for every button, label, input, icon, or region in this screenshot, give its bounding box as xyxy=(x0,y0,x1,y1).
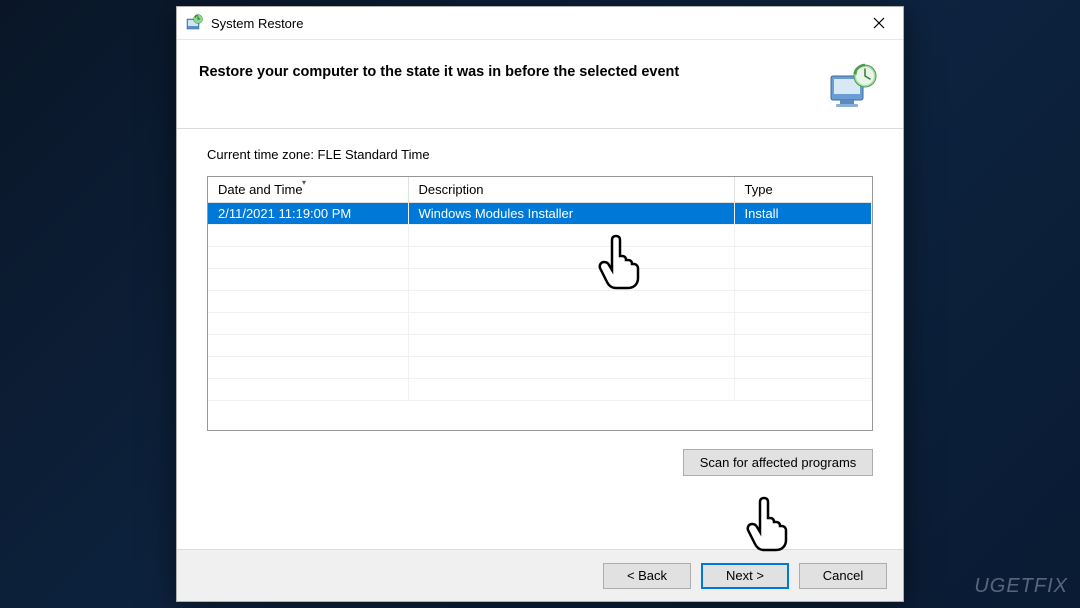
header-date-label: Date and Time xyxy=(218,182,303,197)
table-row-empty xyxy=(208,224,872,246)
column-header-description[interactable]: Description xyxy=(408,177,734,202)
sort-descending-icon: ▾ xyxy=(302,178,306,187)
table-header-row: Date and Time ▾ Description Type xyxy=(208,177,872,202)
close-icon xyxy=(873,17,885,29)
scan-button-row: Scan for affected programs xyxy=(207,449,873,476)
next-button[interactable]: Next > xyxy=(701,563,789,589)
table-row[interactable]: 2/11/2021 11:19:00 PM Windows Modules In… xyxy=(208,202,872,224)
cell-description: Windows Modules Installer xyxy=(408,202,734,224)
heading-row: Restore your computer to the state it wa… xyxy=(177,40,903,118)
titlebar: System Restore xyxy=(177,7,903,40)
page-heading: Restore your computer to the state it wa… xyxy=(199,62,825,80)
cell-date: 2/11/2021 11:19:00 PM xyxy=(208,202,408,224)
column-header-date[interactable]: Date and Time ▾ xyxy=(208,177,408,202)
system-restore-dialog: System Restore Restore your computer to … xyxy=(176,6,904,602)
table-row-empty xyxy=(208,268,872,290)
watermark: UGETFIX xyxy=(974,575,1068,598)
column-header-type[interactable]: Type xyxy=(734,177,872,202)
table-row-empty xyxy=(208,334,872,356)
table-row-empty xyxy=(208,378,872,400)
table-row-empty xyxy=(208,312,872,334)
table-row-empty xyxy=(208,246,872,268)
scan-affected-programs-button[interactable]: Scan for affected programs xyxy=(683,449,873,476)
window-title: System Restore xyxy=(211,16,856,31)
cell-type: Install xyxy=(734,202,872,224)
table-row-empty xyxy=(208,356,872,378)
timezone-label: Current time zone: FLE Standard Time xyxy=(207,147,873,162)
close-button[interactable] xyxy=(856,8,901,38)
system-restore-icon xyxy=(185,14,203,32)
cancel-button[interactable]: Cancel xyxy=(799,563,887,589)
content-area: Current time zone: FLE Standard Time Dat… xyxy=(177,129,903,486)
dialog-footer: < Back Next > Cancel xyxy=(177,549,903,601)
table-row-empty xyxy=(208,290,872,312)
restore-points-table: Date and Time ▾ Description Type 2/11/20… xyxy=(207,176,873,431)
system-restore-large-icon xyxy=(825,62,879,110)
back-button[interactable]: < Back xyxy=(603,563,691,589)
